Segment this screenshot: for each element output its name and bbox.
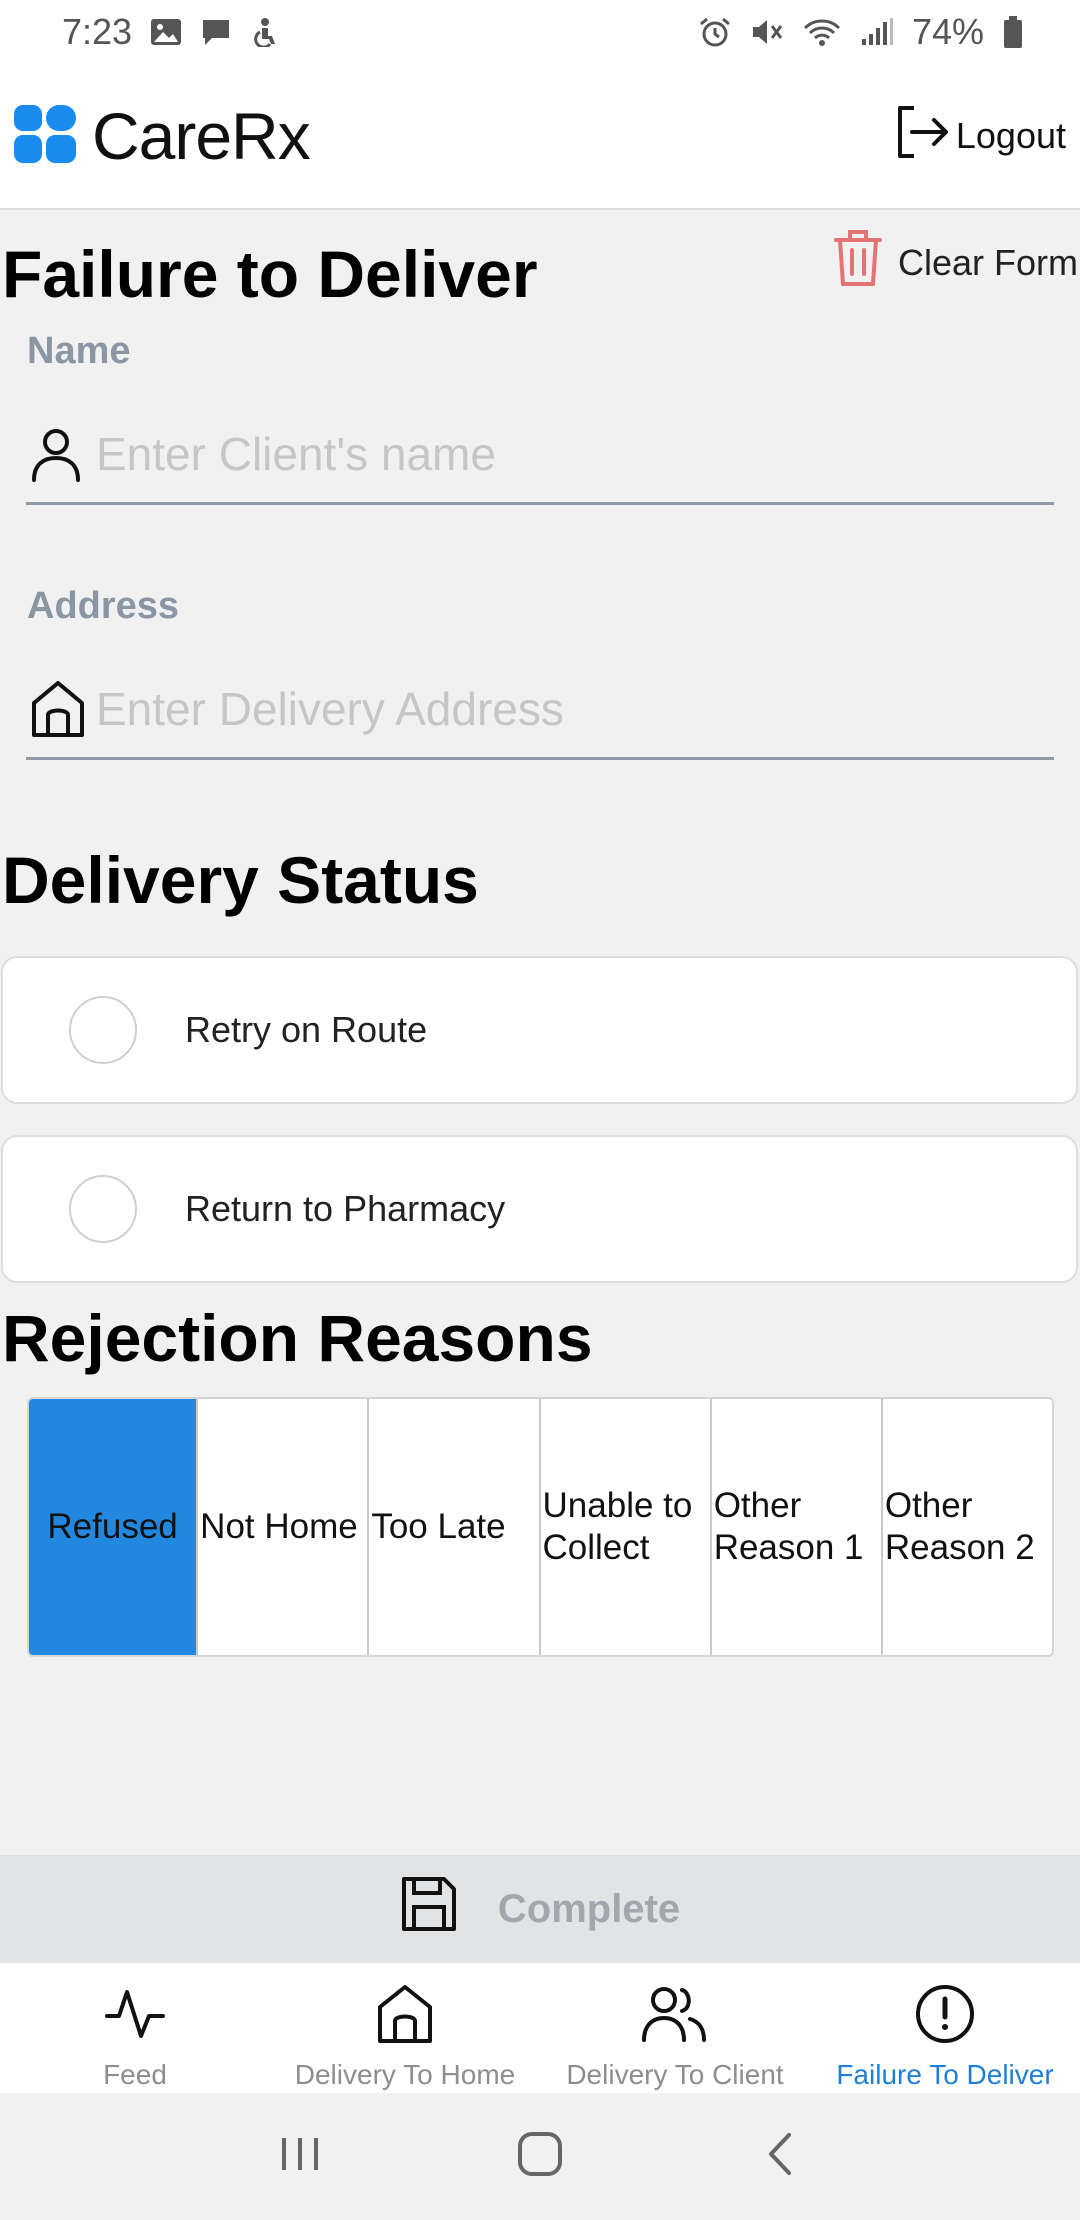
logout-icon xyxy=(892,102,952,171)
reason-refused[interactable]: Refused xyxy=(29,1399,199,1655)
complete-label: Complete xyxy=(497,1886,681,1931)
reason-too-late[interactable]: Too Late xyxy=(369,1399,541,1655)
reason-other-2[interactable]: Other Reason 2 xyxy=(882,1399,1052,1655)
logout-button[interactable]: Logout xyxy=(892,102,1066,171)
message-icon xyxy=(200,17,232,47)
battery-icon xyxy=(1002,15,1024,49)
reason-other-1[interactable]: Other Reason 1 xyxy=(711,1399,883,1655)
nav-delivery-to-home[interactable]: Delivery To Home xyxy=(270,1963,540,2093)
gallery-icon xyxy=(150,17,182,47)
nav-label: Delivery To Home xyxy=(294,2059,516,2090)
recent-apps-button[interactable] xyxy=(240,2112,360,2202)
home-nav-button[interactable] xyxy=(480,2112,600,2202)
users-icon xyxy=(640,1979,710,2049)
nav-feed[interactable]: Feed xyxy=(0,1963,270,2093)
recent-apps-icon xyxy=(278,2134,322,2179)
brand-logo: CareRx xyxy=(12,98,311,174)
system-nav-bar xyxy=(0,2093,1080,2220)
complete-button[interactable]: Complete xyxy=(0,1855,1080,1963)
app-header: CareRx Logout xyxy=(0,64,1080,210)
home-icon xyxy=(26,679,96,739)
alarm-icon xyxy=(698,16,732,48)
delivery-status-title: Delivery Status xyxy=(2,843,479,917)
status-bar: 7:23 74% xyxy=(0,0,1080,64)
back-button[interactable] xyxy=(720,2112,840,2202)
wifi-icon xyxy=(802,16,842,48)
retry-on-route-option[interactable]: Retry on Route xyxy=(1,956,1078,1104)
mute-icon xyxy=(750,16,784,48)
bottom-nav: Feed Delivery To Home Delivery To Client… xyxy=(0,1963,1080,2093)
clear-form-button[interactable]: Clear Form xyxy=(830,226,1078,299)
status-time: 7:23 xyxy=(62,11,133,52)
page-title: Failure to Deliver xyxy=(2,237,538,311)
rejection-reasons-title: Rejection Reasons xyxy=(2,1301,593,1375)
back-icon xyxy=(765,2131,795,2182)
rejection-reasons-group: Refused Not Home Too Late Unable to Coll… xyxy=(27,1397,1054,1657)
return-to-pharmacy-option[interactable]: Return to Pharmacy xyxy=(1,1135,1078,1283)
option-label: Return to Pharmacy xyxy=(185,1188,506,1229)
brand-name: CareRx xyxy=(92,99,311,173)
name-field xyxy=(26,405,1054,505)
home-icon xyxy=(376,1979,434,2049)
battery-percent: 74% xyxy=(911,11,984,52)
carerx-logo-icon xyxy=(12,103,78,170)
address-field xyxy=(26,660,1054,760)
nav-label: Feed xyxy=(103,2059,167,2090)
nav-delivery-to-client[interactable]: Delivery To Client xyxy=(540,1963,810,2093)
radio-button[interactable] xyxy=(69,1175,137,1243)
nav-failure-to-deliver[interactable]: Failure To Deliver xyxy=(810,1963,1080,2093)
nav-label: Failure To Deliver xyxy=(836,2059,1054,2090)
reason-not-home[interactable]: Not Home xyxy=(198,1399,370,1655)
logout-label: Logout xyxy=(955,115,1066,156)
accessibility-icon xyxy=(250,17,278,47)
user-icon xyxy=(26,426,96,482)
alert-circle-icon xyxy=(914,1979,976,2049)
address-input[interactable] xyxy=(96,668,1036,749)
radio-button[interactable] xyxy=(69,996,137,1064)
name-label: Name xyxy=(27,330,131,372)
signal-icon xyxy=(860,17,894,47)
save-icon xyxy=(400,1875,458,1943)
address-label: Address xyxy=(27,585,180,627)
home-nav-icon xyxy=(516,2130,564,2183)
nav-label: Delivery To Client xyxy=(566,2059,784,2090)
clear-form-label: Clear Form xyxy=(897,241,1078,283)
option-label: Retry on Route xyxy=(185,1009,428,1050)
name-input[interactable] xyxy=(96,413,1036,494)
activity-icon xyxy=(103,1979,167,2049)
reason-unable-to-collect[interactable]: Unable to Collect xyxy=(540,1399,712,1655)
trash-icon xyxy=(830,226,886,299)
